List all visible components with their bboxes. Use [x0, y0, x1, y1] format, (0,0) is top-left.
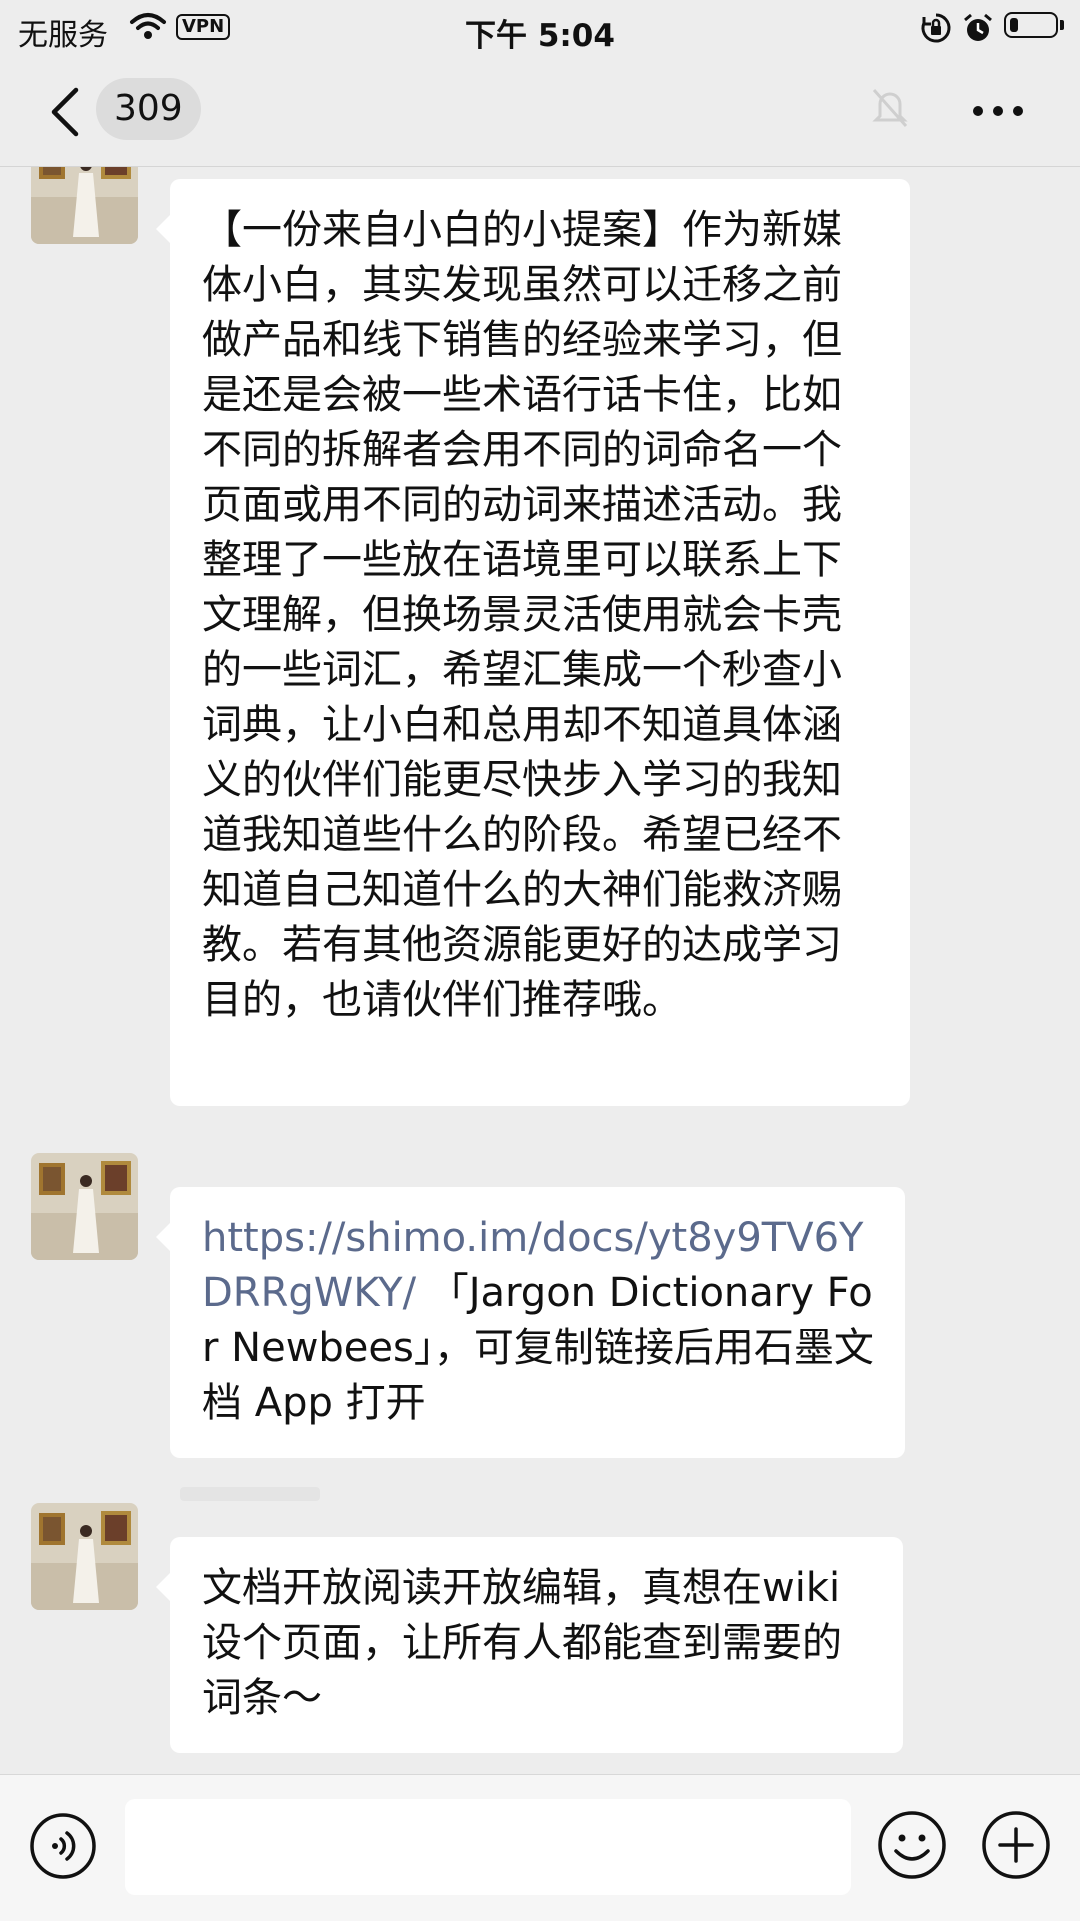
message-input[interactable]: [125, 1799, 851, 1895]
message-list[interactable]: 【一份来自小白的小提案】作为新媒体小白，其实发现虽然可以迁移之前做产品和线下销售…: [0, 167, 1080, 1774]
more-functions-button[interactable]: [980, 1809, 1052, 1881]
smiley-icon: [878, 1811, 946, 1879]
avatar-image: [31, 1503, 138, 1610]
sender-avatar[interactable]: [31, 1503, 138, 1610]
sender-avatar[interactable]: [31, 167, 138, 244]
chat-header: 309: [0, 56, 1080, 167]
message-bubble[interactable]: 【一份来自小白的小提案】作为新媒体小白，其实发现虽然可以迁移之前做产品和线下销售…: [156, 179, 910, 1106]
chevron-left-icon: [51, 87, 79, 137]
input-bar: [0, 1774, 1080, 1921]
status-bar: 无服务 VPN 下午 5:04: [0, 0, 1080, 56]
message-bubble[interactable]: 文档开放阅读开放编辑，真想在wiki设个页面，让所有人都能查到需要的词条～: [156, 1537, 903, 1753]
mute-notification-icon: [870, 86, 910, 134]
battery-icon: [1004, 12, 1058, 38]
avatar-image: [31, 167, 138, 244]
message-text: 文档开放阅读开放编辑，真想在wiki设个页面，让所有人都能查到需要的词条～: [202, 1565, 842, 1721]
message-text: 【一份来自小白的小提案】作为新媒体小白，其实发现虽然可以迁移之前做产品和线下销售…: [202, 207, 842, 1023]
unread-count-badge[interactable]: 309: [96, 78, 201, 140]
clock: 下午 5:04: [465, 18, 615, 54]
voice-icon: [30, 1813, 96, 1879]
orientation-lock-icon: [920, 12, 952, 48]
back-button[interactable]: [46, 84, 86, 140]
emoji-button[interactable]: [876, 1809, 948, 1881]
voice-input-button[interactable]: [28, 1811, 98, 1881]
ellipsis-icon: [973, 106, 1023, 116]
avatar-image: [31, 1153, 138, 1260]
plus-icon: [982, 1811, 1050, 1879]
more-options-button[interactable]: [968, 86, 1028, 136]
sender-avatar[interactable]: [31, 1153, 138, 1260]
alarm-icon: [962, 12, 994, 48]
message-bubble[interactable]: https://shimo.im/docs/yt8y9TV6YDRRgWKY/ …: [156, 1187, 905, 1458]
